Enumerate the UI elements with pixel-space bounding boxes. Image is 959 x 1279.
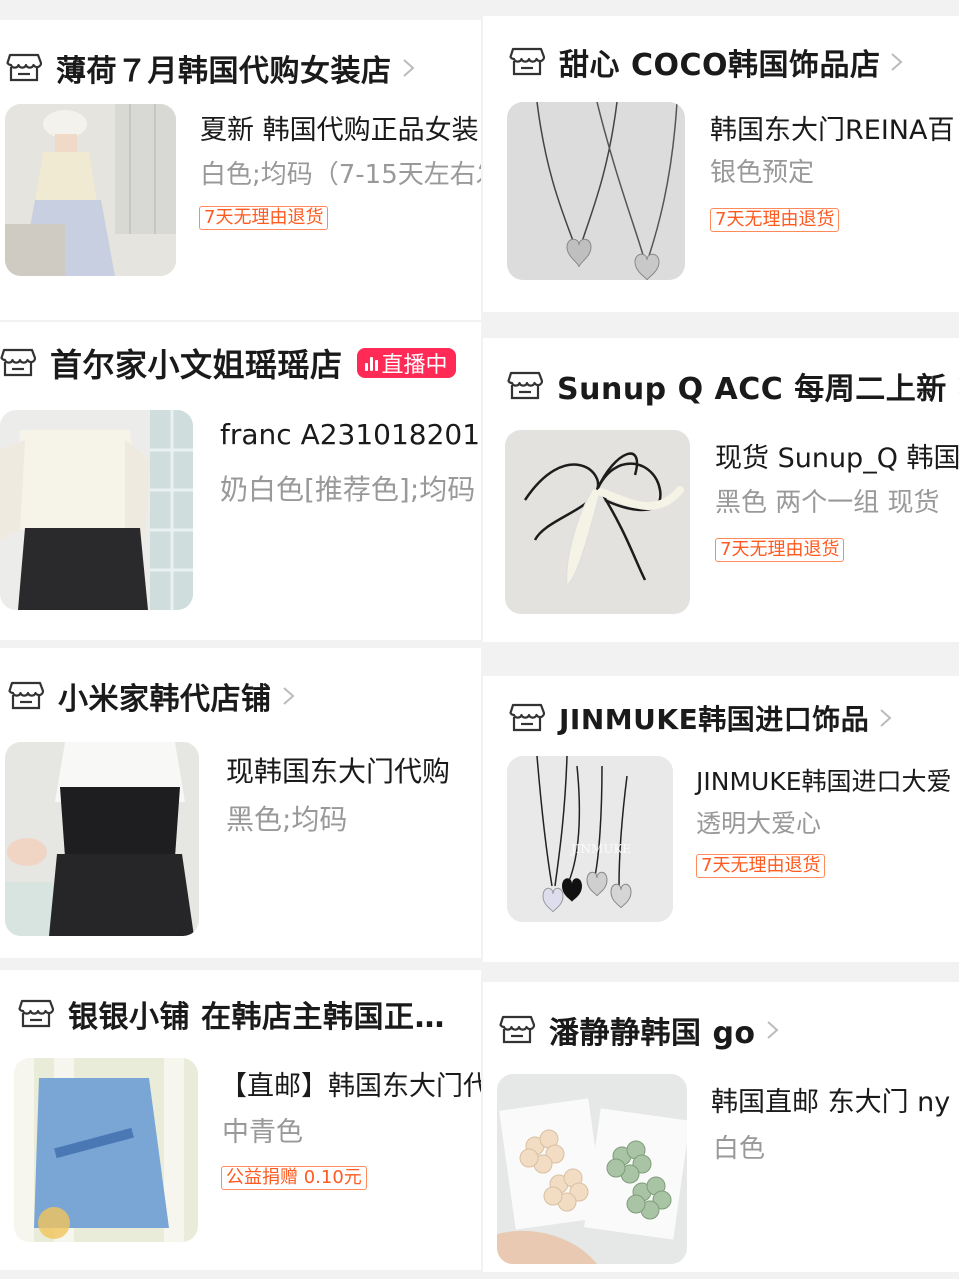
- product-title[interactable]: 现韩国东大门代购: [226, 750, 450, 790]
- shop-card[interactable]: 潘静静韩国 go 韩国直邮 东大门 ny 白色: [483, 982, 959, 1272]
- product-image[interactable]: [507, 102, 685, 280]
- store-icon: [507, 371, 543, 401]
- shop-card[interactable]: Sunup Q ACC 每周二上新 现货 Sunup_Q 韩国 黑色 两个一组 …: [483, 338, 959, 642]
- product-title[interactable]: 韩国东大门REINA百: [710, 108, 954, 147]
- shop-card[interactable]: 薄荷７月韩国代购女装店 夏新 韩国代购正品女装 白色;均码（7-15天左右发 7…: [0, 20, 481, 320]
- shop-name: Sunup Q ACC 每周二上新: [557, 372, 947, 407]
- shop-name: 潘静静韩国 go: [549, 1016, 756, 1051]
- store-icon: [499, 1015, 535, 1045]
- store-icon: [509, 703, 545, 733]
- return-policy-tag: 7天无理由退货: [715, 538, 845, 562]
- shop-header[interactable]: Sunup Q ACC 每周二上新: [507, 364, 959, 408]
- store-icon: [8, 681, 44, 711]
- product-spec: 白色: [713, 1134, 766, 1164]
- shop-card[interactable]: 银银小铺 在韩店主韩国正… 【直邮】韩国东大门代 中青色 公益捐赠 0.10元: [0, 970, 481, 1270]
- chevron-right-icon: [400, 53, 418, 83]
- shop-name: JINMUKE韩国进口饰品: [559, 703, 870, 736]
- shop-name: 小米家韩代店铺: [58, 682, 272, 717]
- product-image[interactable]: [14, 1058, 198, 1242]
- shop-name: 首尔家小文姐瑶瑶店: [50, 346, 343, 384]
- right-column: 甜心 COCO韩国饰品店 韩国东大门REINA百 银色预定 7天无理由退货 Su…: [483, 0, 959, 1279]
- product-image[interactable]: [0, 410, 193, 610]
- shop-header[interactable]: 薄荷７月韩国代购女装店: [6, 46, 418, 90]
- chevron-right-icon: [888, 47, 906, 77]
- shop-header[interactable]: JINMUKE韩国进口饰品: [509, 698, 895, 738]
- left-column: 薄荷７月韩国代购女装店 夏新 韩国代购正品女装 白色;均码（7-15天左右发 7…: [0, 0, 481, 1279]
- product-title[interactable]: 夏新 韩国代购正品女装: [200, 108, 479, 147]
- shop-card[interactable]: JINMUKE韩国进口饰品 JINMUKE JINMUKE韩国进口大爱 透明大爱…: [483, 676, 959, 962]
- shop-name: 薄荷７月韩国代购女装店: [56, 54, 392, 89]
- shop-card[interactable]: 甜心 COCO韩国饰品店 韩国东大门REINA百 银色预定 7天无理由退货: [483, 16, 959, 312]
- live-badge[interactable]: 直播中: [356, 348, 456, 378]
- chevron-right-icon: [955, 371, 959, 401]
- product-spec: 白色;均码（7-15天左右发: [200, 160, 481, 190]
- shop-header[interactable]: 首尔家小文姐瑶瑶店 直播中: [0, 340, 456, 386]
- product-image[interactable]: [497, 1074, 687, 1264]
- product-title[interactable]: JINMUKE韩国进口大爱: [696, 762, 952, 798]
- product-title[interactable]: 韩国直邮 东大门 ny: [711, 1080, 950, 1119]
- product-spec: 透明大爱心: [696, 809, 822, 838]
- shop-header[interactable]: 潘静静韩国 go: [499, 1008, 782, 1052]
- return-policy-tag: 7天无理由退货: [710, 208, 840, 232]
- shop-header[interactable]: 甜心 COCO韩国饰品店: [509, 40, 906, 84]
- product-title[interactable]: 现货 Sunup_Q 韩国: [715, 436, 959, 475]
- chevron-right-icon: [280, 681, 298, 711]
- product-title[interactable]: franc A231018201: [220, 418, 480, 451]
- charity-tag: 公益捐赠 0.10元: [221, 1166, 367, 1190]
- product-spec: 银色预定: [710, 158, 815, 188]
- product-title[interactable]: 【直邮】韩国东大门代: [220, 1064, 481, 1103]
- store-icon: [0, 348, 36, 378]
- product-spec: 奶白色[推荐色];均码: [220, 473, 476, 506]
- shop-card[interactable]: 首尔家小文姐瑶瑶店 直播中 franc A231018201 奶白色[推荐色];…: [0, 322, 481, 640]
- product-image[interactable]: [5, 104, 176, 276]
- product-image[interactable]: [505, 430, 690, 614]
- return-policy-tag: 7天无理由退货: [199, 206, 329, 230]
- product-spec: 黑色 两个一组 现货: [715, 488, 940, 518]
- live-bars-icon: [364, 355, 378, 371]
- product-spec: 中青色: [222, 1117, 303, 1148]
- shop-header[interactable]: 小米家韩代店铺: [8, 674, 298, 718]
- shop-card[interactable]: 小米家韩代店铺 现韩国东大门代购 黑色;均码: [0, 648, 481, 958]
- chevron-right-icon: [877, 703, 895, 733]
- watermark: JINMUKE: [571, 842, 632, 856]
- return-policy-tag: 7天无理由退货: [696, 854, 826, 878]
- shop-name: 银银小铺 在韩店主韩国正…: [68, 1000, 445, 1035]
- chevron-right-icon: [764, 1015, 782, 1045]
- store-icon: [509, 47, 545, 77]
- product-image[interactable]: [5, 742, 199, 936]
- shop-header[interactable]: 银银小铺 在韩店主韩国正…: [18, 992, 445, 1036]
- store-icon: [18, 999, 54, 1029]
- product-image[interactable]: JINMUKE: [507, 756, 673, 922]
- live-label: 直播中: [381, 353, 448, 378]
- product-spec: 黑色;均码: [226, 803, 348, 836]
- shop-name: 甜心 COCO韩国饰品店: [559, 48, 881, 83]
- store-icon: [6, 53, 42, 83]
